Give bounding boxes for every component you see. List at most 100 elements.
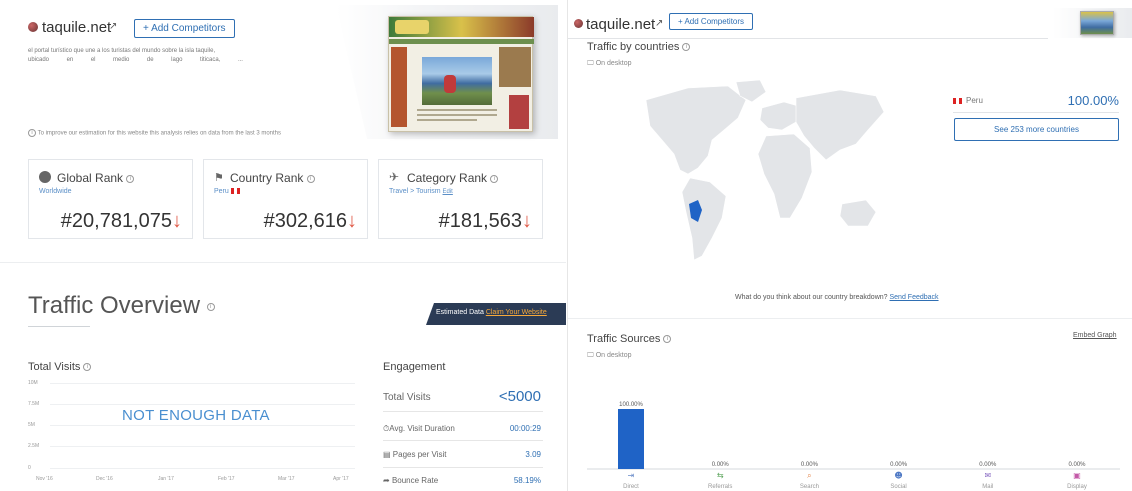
info-icon[interactable]: i xyxy=(306,174,315,183)
global-rank-card: Global Rank i Worldwide #20,781,075↓ xyxy=(28,159,193,239)
traffic-sources-chart: 100.00% ⇥ Direct 0.00% ⇆ Referrals 0.00% ⌕ Searc… xyxy=(587,402,1120,490)
gridline xyxy=(50,468,355,469)
site-screenshot-thumbnail[interactable] xyxy=(388,16,534,132)
country-rank-scope[interactable]: Peru xyxy=(214,188,240,195)
external-link-icon[interactable]: ↗ xyxy=(655,18,663,29)
pages-icon: ▤ xyxy=(383,450,391,459)
section-divider xyxy=(0,262,566,263)
site-description-line2: ubicado en el medio de lago titicaca, ..… xyxy=(28,56,243,65)
desktop-icon: 🖵 xyxy=(587,60,594,67)
trend-down-icon: ↓ xyxy=(172,210,182,232)
category-rank-number: #181,563 xyxy=(438,210,522,232)
bar-value-label: 0.00% xyxy=(979,462,997,468)
desc-word: ubicado xyxy=(28,57,50,63)
category-label: Social xyxy=(890,484,906,490)
category-name[interactable]: Travel > Tourism xyxy=(389,188,441,195)
traffic-breakdown-panel: taquile.net ↗ + Add Competitors Traffic … xyxy=(567,0,1132,491)
title-underline xyxy=(28,326,90,327)
category-rank-card: ✈ Category Rank i Travel > Tourism Edit … xyxy=(378,159,543,239)
country-rank-title: Country Rank i xyxy=(230,171,315,185)
info-icon[interactable]: i xyxy=(682,43,691,52)
avg-visit-duration-label: Avg. Visit Duration xyxy=(389,424,455,433)
desc-word: lago xyxy=(171,57,183,63)
desktop-icon: 🖵 xyxy=(587,352,594,359)
referrals-icon: ⇆ xyxy=(717,471,724,480)
estimation-note-text: To improve our estimation for this websi… xyxy=(37,130,282,137)
category-rank-label: Category Rank xyxy=(407,171,488,185)
category-rank-title: Category Rank i xyxy=(407,171,499,185)
bar-value-label: 100.00% xyxy=(619,402,643,408)
device-label: 🖵 On desktop xyxy=(587,352,632,360)
feedback-prompt: What do you think about our country brea… xyxy=(735,294,939,301)
avg-visit-duration-row: ⏱Avg. Visit Duration 00:00:29 xyxy=(383,415,543,441)
x-tick: Dec '16 xyxy=(96,476,113,482)
desc-word: el xyxy=(90,57,96,63)
embed-graph-link[interactable]: Embed Graph xyxy=(1073,332,1117,339)
x-tick: Feb '17 xyxy=(218,476,235,482)
category-label: Display xyxy=(1067,484,1087,490)
info-icon[interactable]: i xyxy=(490,174,499,183)
world-map[interactable] xyxy=(628,78,888,278)
info-icon[interactable]: i xyxy=(206,302,215,311)
not-enough-data-message: NOT ENOUGH DATA xyxy=(122,407,270,424)
country-row-peru[interactable]: Peru 100.00% xyxy=(953,93,1132,109)
see-more-countries-button[interactable]: See 253 more countries xyxy=(954,118,1119,141)
estimated-data-label: Estimated Data xyxy=(436,309,484,316)
global-rank-scope[interactable]: Worldwide xyxy=(39,188,72,195)
pages-per-visit-row: ▤ Pages per Visit 3.09 xyxy=(383,442,543,468)
send-feedback-link[interactable]: Send Feedback xyxy=(890,294,939,301)
device-label-text: On desktop xyxy=(595,352,632,359)
avg-visit-duration-label-wrap: ⏱Avg. Visit Duration xyxy=(383,424,455,434)
x-tick: Apr '17 xyxy=(333,476,349,482)
y-tick: 2.5M xyxy=(28,443,40,449)
site-name[interactable]: taquile.net xyxy=(42,19,111,36)
external-link-icon[interactable]: ↗ xyxy=(109,21,117,32)
direct-icon: ⇥ xyxy=(628,471,635,480)
site-favicon xyxy=(574,19,583,28)
search-icon: ⌕ xyxy=(807,471,811,480)
traffic-sources-label: Traffic Sources xyxy=(587,333,661,345)
website-overview-panel: taquile.net ↗ + Add Competitors el porta… xyxy=(0,0,566,491)
info-icon[interactable]: i xyxy=(663,335,672,344)
flag-icon: ⚑ xyxy=(214,172,224,184)
claim-website-link[interactable]: Claim Your Website xyxy=(486,309,547,316)
global-rank-title: Global Rank i xyxy=(57,171,135,185)
info-icon[interactable]: i xyxy=(126,174,135,183)
display-icon: ▣ xyxy=(1073,471,1081,480)
africa-shape xyxy=(757,133,813,219)
total-visits-title: Total Visits i xyxy=(28,361,92,373)
bar-value-label: 0.00% xyxy=(801,462,819,468)
total-visits-label: Total Visits xyxy=(28,361,81,373)
south-america-shape xyxy=(681,177,727,261)
plane-icon: ✈ xyxy=(389,170,400,184)
bar-value-label: 0.00% xyxy=(1068,462,1086,468)
add-competitors-button[interactable]: + Add Competitors xyxy=(134,19,235,38)
edit-category-link[interactable]: Edit xyxy=(443,189,453,195)
y-tick: 10M xyxy=(28,380,38,386)
bounce-icon: ➦ xyxy=(383,476,390,485)
country-rank-card: ⚑ Country Rank i Peru #302,616↓ xyxy=(203,159,368,239)
pages-per-visit-value: 3.09 xyxy=(525,450,541,459)
pages-per-visit-label: Pages per Visit xyxy=(392,450,447,459)
info-icon[interactable]: i xyxy=(83,363,92,372)
country-rank-number: #302,616 xyxy=(263,210,347,232)
desc-word: medio xyxy=(113,57,130,63)
y-tick: 5M xyxy=(28,422,35,428)
globe-icon xyxy=(39,171,51,183)
bounce-rate-label-wrap: ➦ Bounce Rate xyxy=(383,476,438,485)
bar-direct[interactable] xyxy=(618,409,644,469)
engagement-total-visits-label: Total Visits xyxy=(383,392,431,403)
section-divider xyxy=(568,318,1132,319)
site-name[interactable]: taquile.net xyxy=(586,16,655,33)
traffic-by-countries-label: Traffic by countries xyxy=(587,41,680,53)
add-competitors-button[interactable]: + Add Competitors xyxy=(669,13,754,30)
global-rank-value: #20,781,075↓ xyxy=(61,210,182,233)
device-label-text: On desktop xyxy=(595,60,632,67)
country-divider xyxy=(953,112,1119,113)
site-screenshot-thumbnail[interactable] xyxy=(1080,11,1114,35)
feedback-question: What do you think about our country brea… xyxy=(735,294,888,301)
country-name[interactable]: Peru xyxy=(214,188,229,195)
category-label: Direct xyxy=(623,484,639,490)
bar-value-label: 0.00% xyxy=(712,462,730,468)
traffic-sources-title: Traffic Sources i xyxy=(587,333,672,345)
